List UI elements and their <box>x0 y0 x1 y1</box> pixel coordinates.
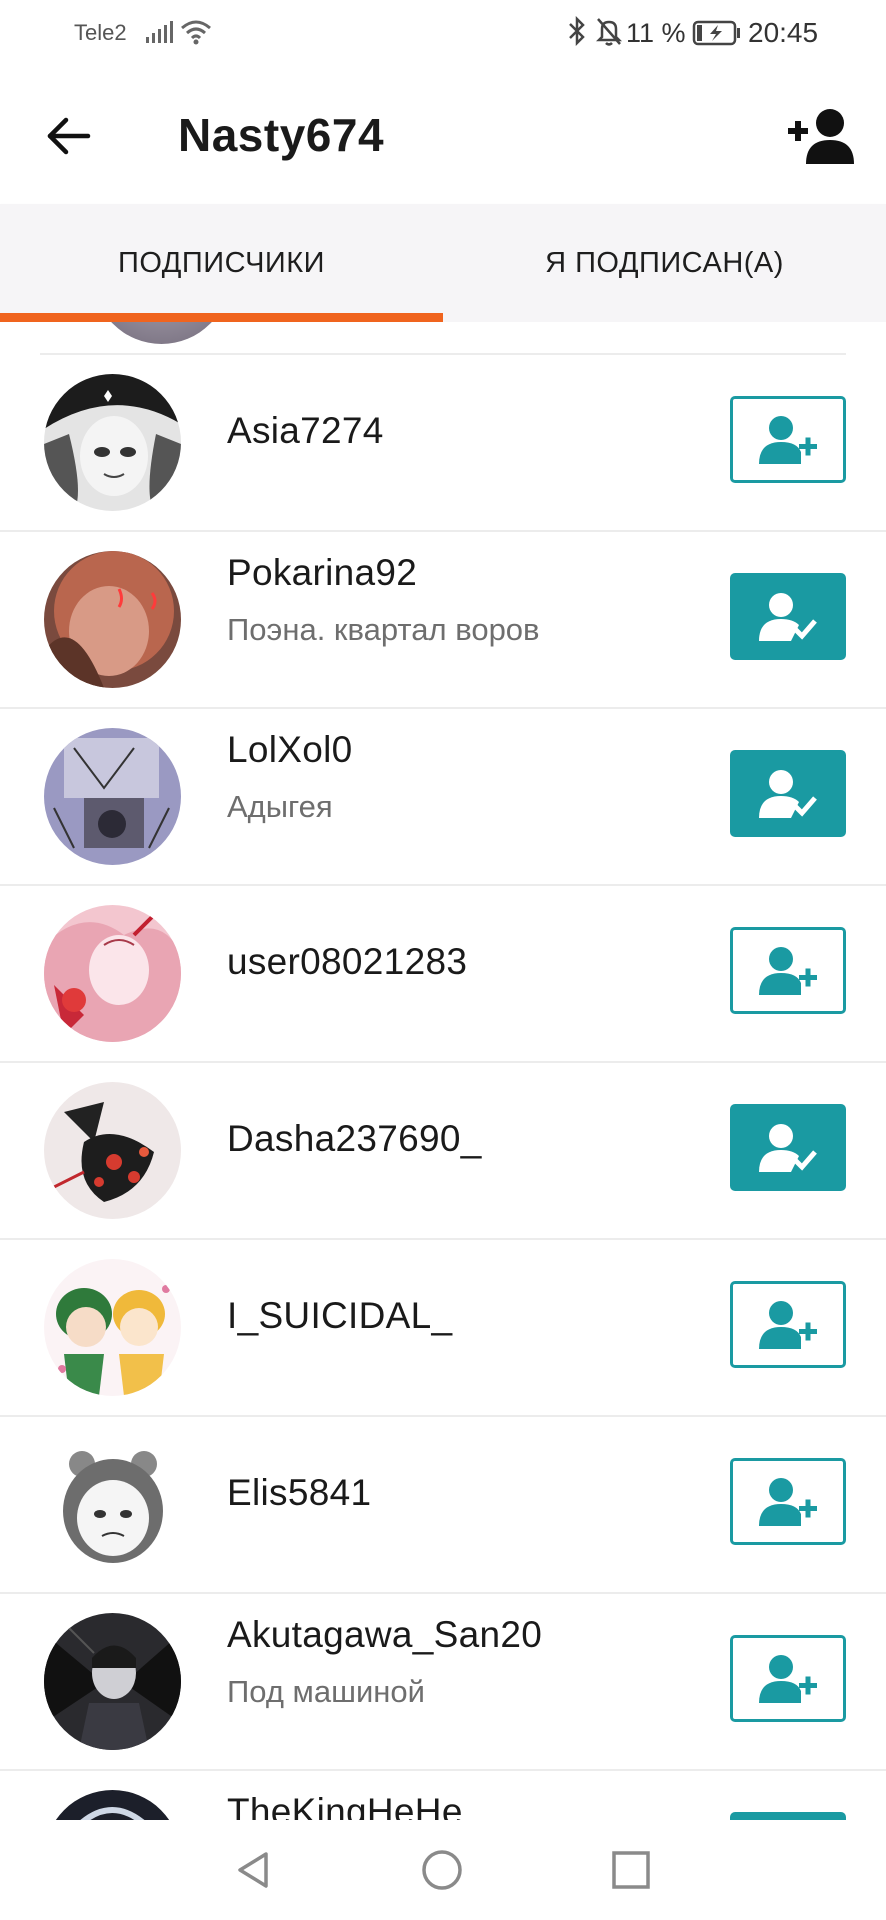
list-item[interactable]: Akutagawa_San20 Под машиной <box>0 1594 886 1771</box>
add-user-icon <box>759 946 817 995</box>
follow-button[interactable] <box>730 1281 846 1368</box>
system-nav-bar <box>0 1820 886 1920</box>
active-tab-indicator <box>0 313 443 322</box>
add-user-icon <box>759 415 817 464</box>
battery-charging-icon <box>692 20 742 46</box>
avatar[interactable] <box>44 728 181 865</box>
list-item[interactable]: I_SUICIDAL_ <box>0 1240 886 1417</box>
add-user-icon <box>759 1300 817 1349</box>
username[interactable]: I_SUICIDAL_ <box>227 1295 452 1337</box>
username[interactable]: Asia7274 <box>227 410 384 452</box>
battery-percent: 11 % <box>626 18 686 48</box>
avatar[interactable] <box>44 1436 181 1573</box>
add-user-icon <box>759 1654 817 1703</box>
avatar[interactable] <box>44 551 181 688</box>
avatar[interactable] <box>44 1082 181 1219</box>
user-check-icon <box>759 592 817 641</box>
following-button[interactable] <box>730 1812 846 1820</box>
status-bar: Tele2 11 % 20:45 <box>0 0 886 70</box>
list-item[interactable]: Asia7274 <box>0 355 886 532</box>
follow-button[interactable] <box>730 927 846 1014</box>
carrier-name: Tele2 <box>74 20 127 45</box>
avatar[interactable] <box>44 1790 181 1820</box>
avatar[interactable] <box>93 322 230 344</box>
username[interactable]: Pokarina92 <box>227 552 417 594</box>
arrow-left-icon[interactable] <box>42 110 94 162</box>
list-item[interactable]: Pokarina92 Поэна. квартал воров <box>0 532 886 709</box>
page-title: Nasty674 <box>178 109 385 161</box>
list-item[interactable]: Dasha237690_ <box>0 1063 886 1240</box>
username[interactable]: LolXol0 <box>227 729 353 771</box>
follow-button[interactable] <box>730 1635 846 1722</box>
following-button[interactable] <box>730 1104 846 1191</box>
follow-button[interactable] <box>730 1458 846 1545</box>
followers-list[interactable]: Asia7274 Pokarina92 Поэна. квартал воров <box>0 322 886 1820</box>
list-item[interactable]: TheKingHeHe <box>0 1771 886 1820</box>
username[interactable]: user08021283 <box>227 941 467 983</box>
avatar[interactable] <box>44 1613 181 1750</box>
tab-bar: ПОДПИСЧИКИ Я ПОДПИСАН(А) <box>0 204 886 322</box>
list-item[interactable]: user08021283 <box>0 886 886 1063</box>
following-button[interactable] <box>730 573 846 660</box>
bell-off-icon <box>595 16 623 46</box>
user-location: Адыгея <box>227 789 333 824</box>
avatar[interactable] <box>44 1259 181 1396</box>
add-user-icon <box>759 1477 817 1526</box>
user-location: Поэна. квартал воров <box>227 612 540 647</box>
list-item[interactable]: LolXol0 Адыгея <box>0 709 886 886</box>
clock: 20:45 <box>748 17 819 48</box>
username[interactable]: Akutagawa_San20 <box>227 1614 542 1656</box>
avatar[interactable] <box>44 905 181 1042</box>
user-location: Под машиной <box>227 1674 425 1709</box>
add-user-icon[interactable] <box>786 106 856 166</box>
user-check-icon <box>759 769 817 818</box>
user-check-icon <box>759 1123 817 1172</box>
follow-button[interactable] <box>730 396 846 483</box>
following-button[interactable] <box>730 750 846 837</box>
list-item[interactable]: Elis5841 <box>0 1417 886 1594</box>
nav-back-icon[interactable] <box>232 1848 276 1892</box>
username[interactable]: TheKingHeHe <box>227 1791 463 1820</box>
nav-home-icon[interactable] <box>420 1848 464 1892</box>
signal-icon <box>145 20 175 44</box>
bluetooth-icon <box>566 15 588 47</box>
app-bar: Nasty674 <box>0 70 886 204</box>
avatar[interactable] <box>44 374 181 511</box>
wifi-icon <box>180 18 212 46</box>
username[interactable]: Elis5841 <box>227 1472 371 1514</box>
nav-recents-icon[interactable] <box>610 1849 652 1891</box>
tab-following[interactable]: Я ПОДПИСАН(А) <box>443 204 886 322</box>
username[interactable]: Dasha237690_ <box>227 1118 482 1160</box>
tab-followers[interactable]: ПОДПИСЧИКИ <box>0 204 443 322</box>
